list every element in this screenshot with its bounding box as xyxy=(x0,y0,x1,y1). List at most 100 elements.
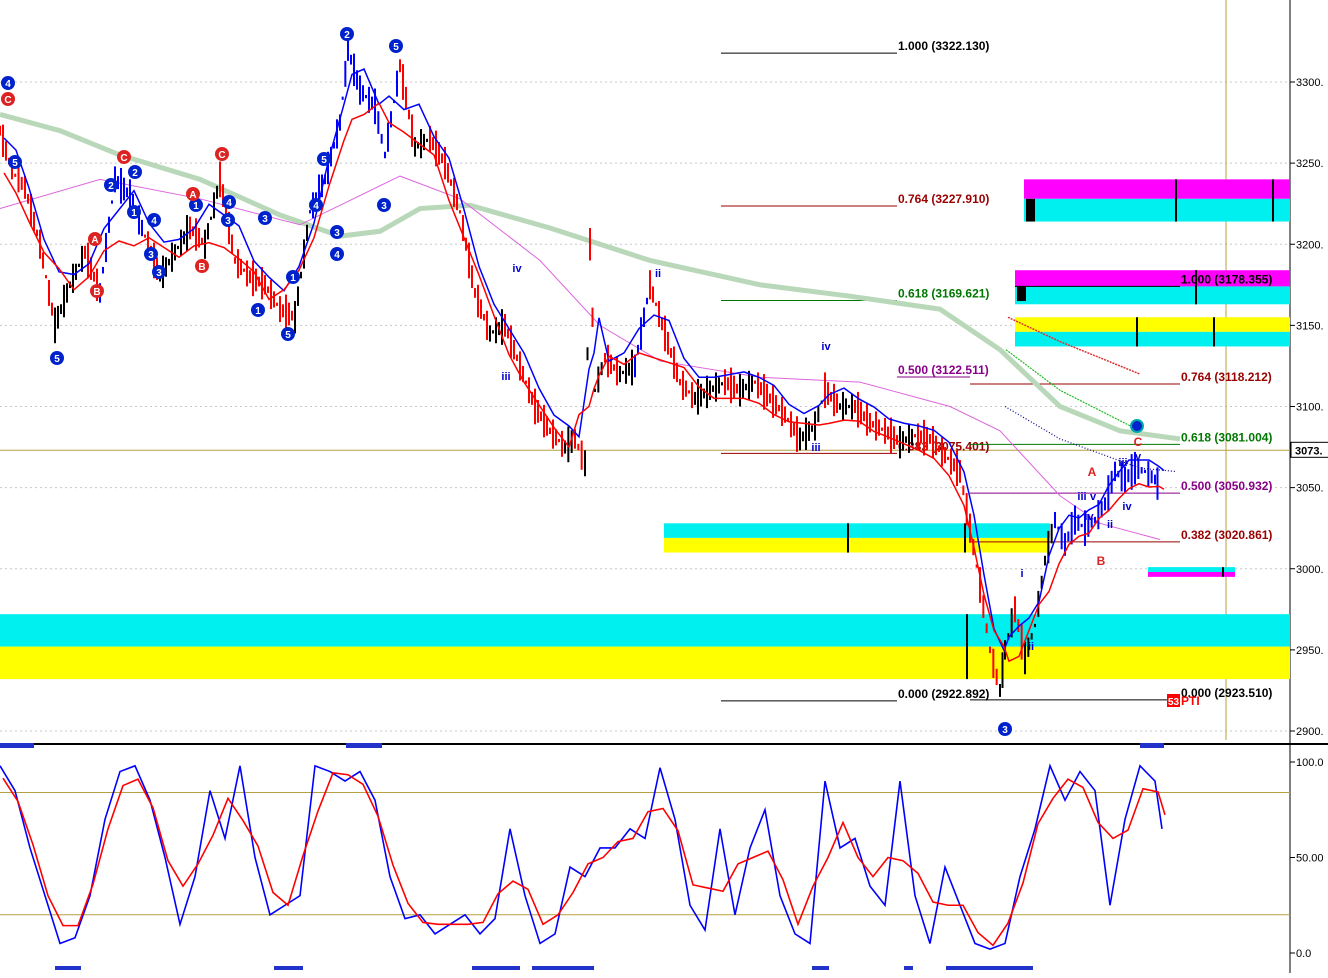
zone-marker-bar xyxy=(964,523,966,553)
fib-level-label: 0.618 (3169.621) xyxy=(898,287,989,301)
pti-badge-label: 53 xyxy=(1168,697,1180,708)
wave-subcount-label: iv xyxy=(1122,501,1132,513)
wave-count-label: 3 xyxy=(225,216,231,227)
zone-marker-bar xyxy=(1026,198,1035,222)
support-zone-yellow xyxy=(0,646,1290,680)
price-tick-label: 3150. xyxy=(1296,320,1324,332)
wave-count-label: 1 xyxy=(131,208,137,219)
wave-count-label: 3 xyxy=(381,201,387,212)
small-zone-cyan xyxy=(1148,567,1235,572)
session-marker xyxy=(1140,743,1164,748)
session-marker xyxy=(0,743,34,748)
price-tick-label: 3000. xyxy=(1296,564,1324,576)
wave-correction-label: A xyxy=(189,190,196,201)
fib-level-label: 0.000 (2922.892) xyxy=(898,687,989,701)
wave-count-label: 5 xyxy=(54,354,60,365)
oscillator-fast-line xyxy=(0,763,1163,951)
wave-count-label: 4 xyxy=(151,216,157,227)
wave-count-label: 4 xyxy=(313,201,319,212)
wave-count-label: 2 xyxy=(344,30,350,41)
price-tick-label: 3300. xyxy=(1296,77,1324,89)
price-tick-label: 3100. xyxy=(1296,402,1324,414)
session-marker xyxy=(55,966,81,970)
wave-subcount-label: iii xyxy=(811,442,820,454)
wave-abc-label: A xyxy=(1088,465,1097,479)
wave-correction-label: B xyxy=(198,262,205,273)
wave-count-label: 3 xyxy=(156,268,162,279)
wave-subcount-label: ii xyxy=(655,268,661,280)
wave-count-label: 3 xyxy=(148,250,154,261)
target-zone-magenta xyxy=(1024,179,1290,199)
osc-tick-label: 0.0 xyxy=(1296,948,1311,960)
wave-correction-label: B xyxy=(93,287,100,298)
price-tick-label: 3250. xyxy=(1296,158,1324,170)
wave-subcount-label: iv xyxy=(512,263,522,275)
wave-correction-label: A xyxy=(91,235,98,246)
zone-marker-bar xyxy=(1017,286,1026,302)
osc-tick-label: 100.0 xyxy=(1296,757,1324,769)
zone-marker-bar xyxy=(1213,317,1215,347)
wave-count-label: 1 xyxy=(193,201,199,212)
wave-abc-label: C xyxy=(1134,435,1143,449)
wave-count-label: 5 xyxy=(285,330,291,341)
wave-count-label: 4 xyxy=(226,198,232,209)
small-zone-magenta xyxy=(1148,571,1235,577)
session-marker xyxy=(346,743,382,748)
zone-marker-bar xyxy=(1136,317,1138,347)
session-marker xyxy=(532,966,594,970)
target-zone-cyan xyxy=(1024,198,1290,222)
session-marker xyxy=(274,966,303,970)
wave-count-marker xyxy=(1130,419,1144,433)
wave-abc-label: B xyxy=(1097,554,1106,568)
wave-count-label: 3 xyxy=(1002,725,1008,736)
session-marker xyxy=(812,966,829,970)
session-marker xyxy=(904,966,913,970)
wave-subcount-label: v xyxy=(1135,451,1142,463)
chart-stage: 3300. 3250. 3200. 3150. 3100. 3050. 3000. 2950.… xyxy=(0,0,1328,973)
fib-level-label: 1.000 (3322.130) xyxy=(898,39,989,53)
fib-level-label: 0.500 (3050.932) xyxy=(1181,479,1272,493)
wave-count-label: 1 xyxy=(290,273,296,284)
zone-marker-bar xyxy=(1175,179,1177,222)
mid-zone-yellow xyxy=(664,537,1050,553)
wave-count-label: 3 xyxy=(334,228,340,239)
wave-count-label: 4 xyxy=(334,250,340,261)
wave-correction-label: C xyxy=(120,153,127,164)
wave-subcount-label: v xyxy=(1090,491,1097,503)
fib-level-label: 0.382 (3020.861) xyxy=(1181,528,1272,542)
pti-label: PTI xyxy=(1181,694,1200,708)
fib-level-label: 0.618 (3081.004) xyxy=(1181,430,1272,444)
target-zone-yellow xyxy=(1015,317,1290,332)
wave-subcount-label: iii xyxy=(1077,491,1086,503)
wave-count-label: 3 xyxy=(262,214,268,225)
fib-level-label: 1.000 (3178.355) xyxy=(1181,272,1272,286)
zone-marker-bar xyxy=(1222,567,1224,577)
zone-marker-bar xyxy=(847,523,849,553)
wave-count-label: 2 xyxy=(132,168,138,179)
wave-subcount-label: ii xyxy=(1028,641,1034,653)
zone-marker-bar xyxy=(966,614,968,680)
elliott-wave-chart: 3300. 3250. 3200. 3150. 3100. 3050. 3000. 2950.… xyxy=(0,0,1328,973)
wave-correction-label: C xyxy=(218,150,225,161)
session-marker xyxy=(946,966,1033,970)
wave-subcount-label: i xyxy=(1020,568,1023,580)
wave-subcount-label: ii xyxy=(1107,519,1113,531)
oscillator-slow-line xyxy=(2,771,1166,947)
wave-subcount-label: iii xyxy=(1118,457,1127,469)
price-tick-label: 3050. xyxy=(1296,483,1324,495)
support-zone-cyan xyxy=(0,614,1290,647)
current-price-label: 3073. xyxy=(1295,445,1323,457)
wave-count-label: 5 xyxy=(12,158,18,169)
osc-tick-label: 50.00 xyxy=(1296,853,1324,865)
fib-level-label: 0.764 (3118.212) xyxy=(1181,370,1272,384)
session-marker xyxy=(472,966,520,970)
wave-subcount-label: iv xyxy=(821,341,831,353)
mid-zone-cyan xyxy=(664,523,1050,538)
wave-subcount-label: iii xyxy=(501,371,510,383)
wave-count-label: 2 xyxy=(108,181,114,192)
wave-count-label: 4 xyxy=(5,79,11,90)
price-tick-label: 2950. xyxy=(1296,645,1324,657)
wave-correction-label: C xyxy=(4,95,11,106)
target-zone-cyan xyxy=(1015,286,1290,305)
wave-count-label: 1 xyxy=(255,306,261,317)
